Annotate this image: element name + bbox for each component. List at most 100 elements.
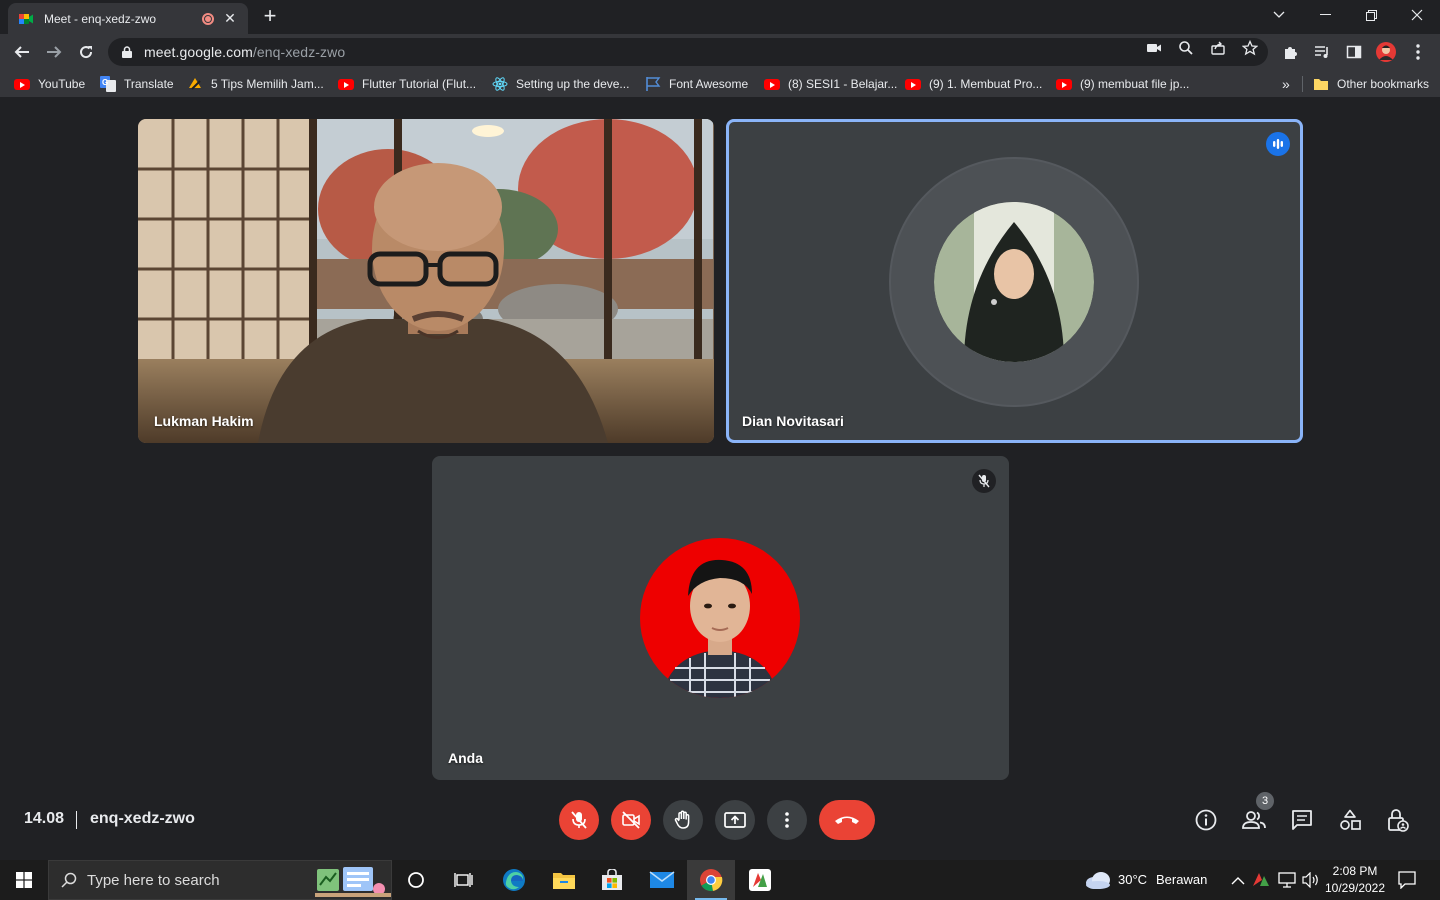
people-button[interactable] — [1242, 808, 1266, 832]
muted-mic-icon — [972, 469, 996, 493]
activities-button[interactable] — [1338, 808, 1362, 832]
bookmark-flutter-tutorial[interactable]: Flutter Tutorial (Flut... — [338, 76, 476, 92]
taskbar-store[interactable] — [588, 860, 636, 900]
taskbar-clock[interactable]: 2:08 PM 10/29/2022 — [1318, 863, 1392, 897]
meeting-clock: 14.08 — [24, 810, 65, 827]
other-bookmarks-folder[interactable]: Other bookmarks — [1313, 76, 1429, 92]
chrome-menu-icon[interactable] — [1408, 42, 1428, 62]
network-icon[interactable] — [1278, 872, 1296, 893]
bookmark-star-icon[interactable] — [1242, 40, 1258, 56]
share-icon[interactable] — [1210, 40, 1226, 56]
weather-temp[interactable]: 30°C — [1118, 872, 1147, 887]
start-button[interactable] — [0, 860, 48, 900]
task-view-icon — [454, 873, 473, 887]
bookmark-label: Font Awesome — [669, 77, 749, 91]
bookmark-translate[interactable]: G Translate — [100, 76, 174, 92]
tab-title: Meet - enq-xedz-zwo — [44, 11, 157, 26]
bookmark-label: YouTube — [38, 77, 86, 91]
recording-indicator-icon — [202, 12, 214, 25]
zoom-icon[interactable] — [1178, 40, 1194, 56]
bookmark-sesi1[interactable]: (8) SESI1 - Belajar... — [764, 76, 897, 92]
lock-person-icon — [1388, 809, 1409, 832]
participant-name: Anda — [448, 750, 483, 766]
bookmark-label: Setting up the deve... — [516, 77, 630, 91]
microsoft-store-icon — [602, 869, 622, 890]
bookmark-font-awesome[interactable]: Font Awesome — [645, 76, 748, 92]
chat-button[interactable] — [1290, 808, 1314, 832]
restore-button[interactable] — [1348, 0, 1394, 30]
notification-center-icon[interactable] — [1398, 871, 1416, 894]
camera-toggle-button[interactable] — [611, 800, 651, 840]
people-count-badge: 3 — [1256, 792, 1274, 810]
mic-off-icon — [571, 811, 587, 829]
react-icon — [492, 76, 508, 92]
taskbar-mail[interactable] — [638, 860, 686, 900]
profile-avatar[interactable] — [1376, 42, 1396, 62]
tray-app-icon[interactable] — [1252, 871, 1270, 892]
people-icon — [1242, 811, 1266, 829]
back-button[interactable] — [10, 40, 34, 64]
youtube-icon — [338, 76, 354, 92]
weather-description[interactable]: Berawan — [1156, 872, 1207, 887]
tab-close-icon[interactable]: ✕ — [222, 10, 238, 27]
address-bar[interactable]: meet.google.com/enq-xedz-zwo — [108, 38, 1268, 66]
mail-icon — [649, 871, 675, 888]
participant-name: Dian Novitasari — [742, 413, 844, 429]
file-explorer-icon — [553, 873, 575, 889]
minimize-button[interactable] — [1302, 0, 1348, 30]
bookmark-setting-up[interactable]: Setting up the deve... — [492, 76, 629, 92]
meeting-code: enq-xedz-zwo — [90, 810, 195, 827]
media-control-icon[interactable] — [1312, 42, 1332, 62]
edge-icon — [503, 869, 525, 891]
task-view-button[interactable] — [440, 860, 488, 900]
camera-off-icon — [622, 811, 640, 829]
present-icon — [724, 812, 746, 828]
leave-call-button[interactable] — [819, 800, 875, 840]
bookmark-site-icon — [187, 76, 203, 92]
participant-video — [138, 119, 714, 443]
more-bookmarks-button[interactable]: » — [1282, 76, 1290, 92]
camera-in-use-icon[interactable] — [1146, 40, 1162, 56]
taskbar-search-input[interactable]: Type here to search — [48, 860, 392, 900]
cortana-button[interactable] — [392, 860, 440, 900]
search-placeholder: Type here to search — [87, 871, 220, 889]
browser-titlebar: Meet - enq-xedz-zwo ✕ + — [0, 0, 1440, 34]
side-panel-icon[interactable] — [1344, 42, 1364, 62]
raise-hand-button[interactable] — [663, 800, 703, 840]
bookmark-membuat-pro[interactable]: (9) 1. Membuat Pro... — [905, 76, 1042, 92]
bookmark-youtube[interactable]: YouTube — [14, 76, 85, 92]
reload-button[interactable] — [74, 40, 98, 64]
present-screen-button[interactable] — [715, 800, 755, 840]
bookmark-membuat-file[interactable]: (9) membuat file jp... — [1056, 76, 1189, 92]
activities-icon — [1340, 809, 1361, 830]
meeting-details-button[interactable] — [1194, 808, 1218, 832]
bookmark-label: Other bookmarks — [1337, 77, 1430, 91]
tab-search-chevron-icon[interactable] — [1256, 0, 1302, 30]
close-window-button[interactable] — [1394, 0, 1440, 30]
more-options-button[interactable] — [767, 800, 807, 840]
browser-toolbar: meet.google.com/enq-xedz-zwo — [0, 34, 1440, 70]
extensions-puzzle-icon[interactable] — [1280, 42, 1300, 62]
tab-meet[interactable]: Meet - enq-xedz-zwo ✕ — [8, 3, 248, 34]
show-hidden-icons-chevron-icon[interactable] — [1231, 873, 1245, 891]
bookmark-label: 5 Tips Memilih Jam... — [211, 77, 324, 91]
bookmark-5-tips[interactable]: 5 Tips Memilih Jam... — [187, 76, 324, 92]
new-tab-button[interactable]: + — [258, 5, 282, 29]
folder-icon — [1313, 76, 1329, 92]
forward-button[interactable] — [42, 40, 66, 64]
bookmark-label: (8) SESI1 - Belajar... — [788, 77, 898, 91]
taskbar-chrome[interactable] — [687, 860, 735, 900]
participant-tile-dian[interactable]: Dian Novitasari — [726, 119, 1303, 443]
taskbar-app[interactable] — [736, 860, 784, 900]
weather-cloud-icon[interactable] — [1084, 870, 1112, 890]
bookmarks-bar: YouTube G Translate 5 Tips Memilih Jam..… — [0, 70, 1440, 98]
taskbar-edge[interactable] — [490, 860, 538, 900]
participant-tile-self[interactable]: Anda — [432, 456, 1009, 780]
participant-name: Lukman Hakim — [154, 413, 254, 429]
taskbar-file-explorer[interactable] — [540, 860, 588, 900]
bookmark-label: Flutter Tutorial (Flut... — [362, 77, 477, 91]
microphone-toggle-button[interactable] — [559, 800, 599, 840]
host-controls-button[interactable] — [1386, 808, 1410, 832]
windows-logo-icon — [16, 872, 32, 888]
participant-tile-lukman[interactable]: Lukman Hakim — [138, 119, 714, 443]
